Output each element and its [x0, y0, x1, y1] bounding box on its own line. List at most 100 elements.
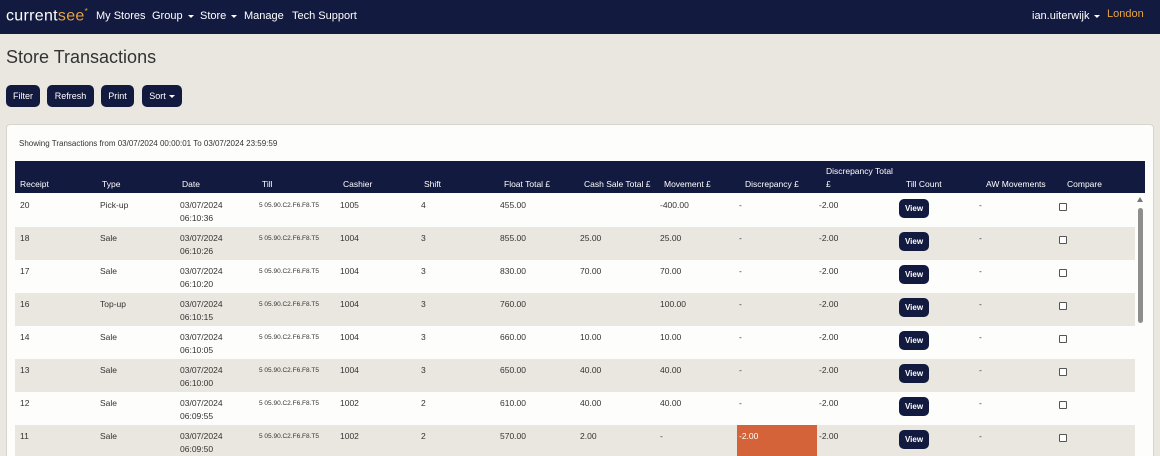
col-aw-movements[interactable]: AW Movements — [986, 179, 1046, 189]
col-till[interactable]: Till — [262, 179, 273, 189]
cell-date: 03/07/2024 06:10:00 — [180, 364, 223, 390]
cell-till: 5 05.90.C2.F6.F8.T5 — [259, 268, 319, 275]
cell-movement: 100.00 — [660, 299, 686, 309]
nav-manage[interactable]: Manage — [244, 10, 284, 22]
table-row[interactable]: 18 Sale 03/07/2024 06:10:26 5 05.90.C2.F6.F8… — [15, 227, 1135, 260]
table-row[interactable]: 17 Sale 03/07/2024 06:10:20 5 05.90.C2.F6.F8… — [15, 260, 1135, 293]
cell-float-total: 760.00 — [500, 299, 526, 309]
refresh-button-label: Refresh — [54, 91, 87, 101]
cell-movement: 40.00 — [660, 398, 682, 408]
table-row[interactable]: 12 Sale 03/07/2024 06:09:55 5 05.90.C2.F6.F8… — [15, 392, 1135, 425]
col-cash-sale-total[interactable]: Cash Sale Total £ — [584, 179, 650, 189]
print-button-label: Print — [108, 91, 127, 101]
col-till-count[interactable]: Till Count — [906, 179, 942, 189]
compare-checkbox[interactable] — [1059, 269, 1067, 277]
cell-cashier: 1004 — [340, 332, 359, 342]
logo-mark: * — [84, 7, 89, 16]
view-till-count-button[interactable]: View — [899, 364, 929, 383]
view-till-count-button[interactable]: View — [899, 232, 929, 251]
compare-checkbox[interactable] — [1059, 368, 1067, 376]
cell-float-total: 610.00 — [500, 398, 526, 408]
view-till-count-button[interactable]: View — [899, 199, 929, 218]
col-shift[interactable]: Shift — [424, 179, 441, 189]
nav-group[interactable]: Group — [152, 10, 194, 22]
cell-date-time: 06:10:05 — [180, 345, 214, 355]
nav-tech-support-label: Tech Support — [292, 10, 357, 22]
table-row[interactable]: 14 Sale 03/07/2024 06:10:05 5 05.90.C2.F6.F8… — [15, 326, 1135, 359]
cell-aw-movements: - — [979, 233, 982, 243]
chevron-down-icon — [231, 14, 238, 18]
cell-discrepancy-total: -2.00 — [819, 365, 839, 375]
cell-cashier: 1004 — [340, 365, 359, 375]
cell-date: 03/07/2024 06:10:05 — [180, 331, 223, 357]
cell-date-time: 06:10:00 — [180, 378, 214, 388]
user-menu[interactable]: ian.uiterwijk — [1032, 10, 1101, 22]
view-till-count-button[interactable]: View — [899, 397, 929, 416]
cell-date-time: 06:10:36 — [180, 213, 214, 223]
logo-text-current: current — [6, 7, 58, 25]
cell-cashier: 1002 — [340, 431, 359, 441]
cell-date-time: 06:09:50 — [180, 444, 214, 454]
table-row[interactable]: 11 Sale 03/07/2024 06:09:50 5 05.90.C2.F6.F8… — [15, 425, 1135, 456]
refresh-button[interactable]: Refresh — [47, 85, 94, 107]
table-row[interactable]: 13 Sale 03/07/2024 06:10:00 5 05.90.C2.F6.F8… — [15, 359, 1135, 392]
cell-movement: 40.00 — [660, 365, 682, 375]
cell-discrepancy-total: -2.00 — [819, 266, 839, 276]
currentsee-logo[interactable]: currentsee* — [6, 7, 88, 25]
nav-my-stores[interactable]: My Stores — [96, 10, 146, 22]
col-discrepancy[interactable]: Discrepancy £ — [745, 179, 799, 189]
scrollbar-thumb[interactable] — [1138, 208, 1143, 323]
sort-button[interactable]: Sort — [142, 85, 182, 107]
col-movement[interactable]: Movement £ — [664, 179, 711, 189]
cell-type: Sale — [100, 332, 118, 342]
cell-cashier: 1005 — [340, 200, 359, 210]
location-link[interactable]: London — [1107, 8, 1144, 20]
view-till-count-button[interactable]: View — [899, 331, 929, 350]
cell-cashier: 1002 — [340, 398, 359, 408]
cell-date-time: 06:10:20 — [180, 279, 214, 289]
cell-cashier: 1004 — [340, 299, 359, 309]
cell-date-day: 03/07/2024 — [180, 332, 223, 342]
compare-checkbox[interactable] — [1059, 203, 1067, 211]
cell-date: 03/07/2024 06:10:15 — [180, 298, 223, 324]
cell-aw-movements: - — [979, 200, 982, 210]
col-compare[interactable]: Compare — [1067, 179, 1102, 189]
cell-date-time: 06:10:15 — [180, 312, 214, 322]
cell-date-day: 03/07/2024 — [180, 431, 223, 441]
view-till-count-button[interactable]: View — [899, 265, 929, 284]
col-cashier[interactable]: Cashier — [343, 179, 372, 189]
scroll-up-arrow-icon[interactable] — [1137, 197, 1143, 202]
nav-tech-support[interactable]: Tech Support — [292, 10, 357, 22]
compare-checkbox[interactable] — [1059, 302, 1067, 310]
filter-button[interactable]: Filter — [6, 85, 40, 107]
compare-checkbox[interactable] — [1059, 236, 1067, 244]
compare-checkbox[interactable] — [1059, 335, 1067, 343]
cell-float-total: 830.00 — [500, 266, 526, 276]
print-button[interactable]: Print — [101, 85, 134, 107]
cell-cash-sale-total: 70.00 — [580, 266, 602, 276]
cell-aw-movements: - — [979, 431, 982, 441]
table-row[interactable]: 20 Pick-up 03/07/2024 06:10:36 5 05.90.C2.F6… — [15, 194, 1135, 227]
col-type[interactable]: Type — [102, 179, 120, 189]
compare-checkbox[interactable] — [1059, 401, 1067, 409]
cell-date-day: 03/07/2024 — [180, 365, 223, 375]
compare-checkbox[interactable] — [1059, 434, 1067, 442]
cell-date: 03/07/2024 06:09:55 — [180, 397, 223, 423]
nav-store[interactable]: Store — [200, 10, 238, 22]
cell-discrepancy-total: -2.00 — [819, 200, 839, 210]
col-receipt[interactable]: Receipt — [20, 179, 49, 189]
view-till-count-button[interactable]: View — [899, 430, 929, 449]
cell-discrepancy: -2.00 — [739, 431, 759, 441]
cell-discrepancy: - — [739, 299, 742, 309]
cell-aw-movements: - — [979, 266, 982, 276]
cell-till: 5 05.90.C2.F6.F8.T5 — [259, 400, 319, 407]
col-date[interactable]: Date — [182, 179, 200, 189]
cell-discrepancy: - — [739, 332, 742, 342]
view-till-count-button[interactable]: View — [899, 298, 929, 317]
chevron-down-icon — [1094, 14, 1101, 18]
cell-receipt: 17 — [20, 266, 30, 276]
col-float-total[interactable]: Float Total £ — [504, 179, 550, 189]
table-row[interactable]: 16 Top-up 03/07/2024 06:10:15 5 05.90.C2.F6.… — [15, 293, 1135, 326]
col-discrepancy-total[interactable]: Discrepancy Total — [826, 166, 893, 176]
cell-cash-sale-total: 40.00 — [580, 398, 602, 408]
